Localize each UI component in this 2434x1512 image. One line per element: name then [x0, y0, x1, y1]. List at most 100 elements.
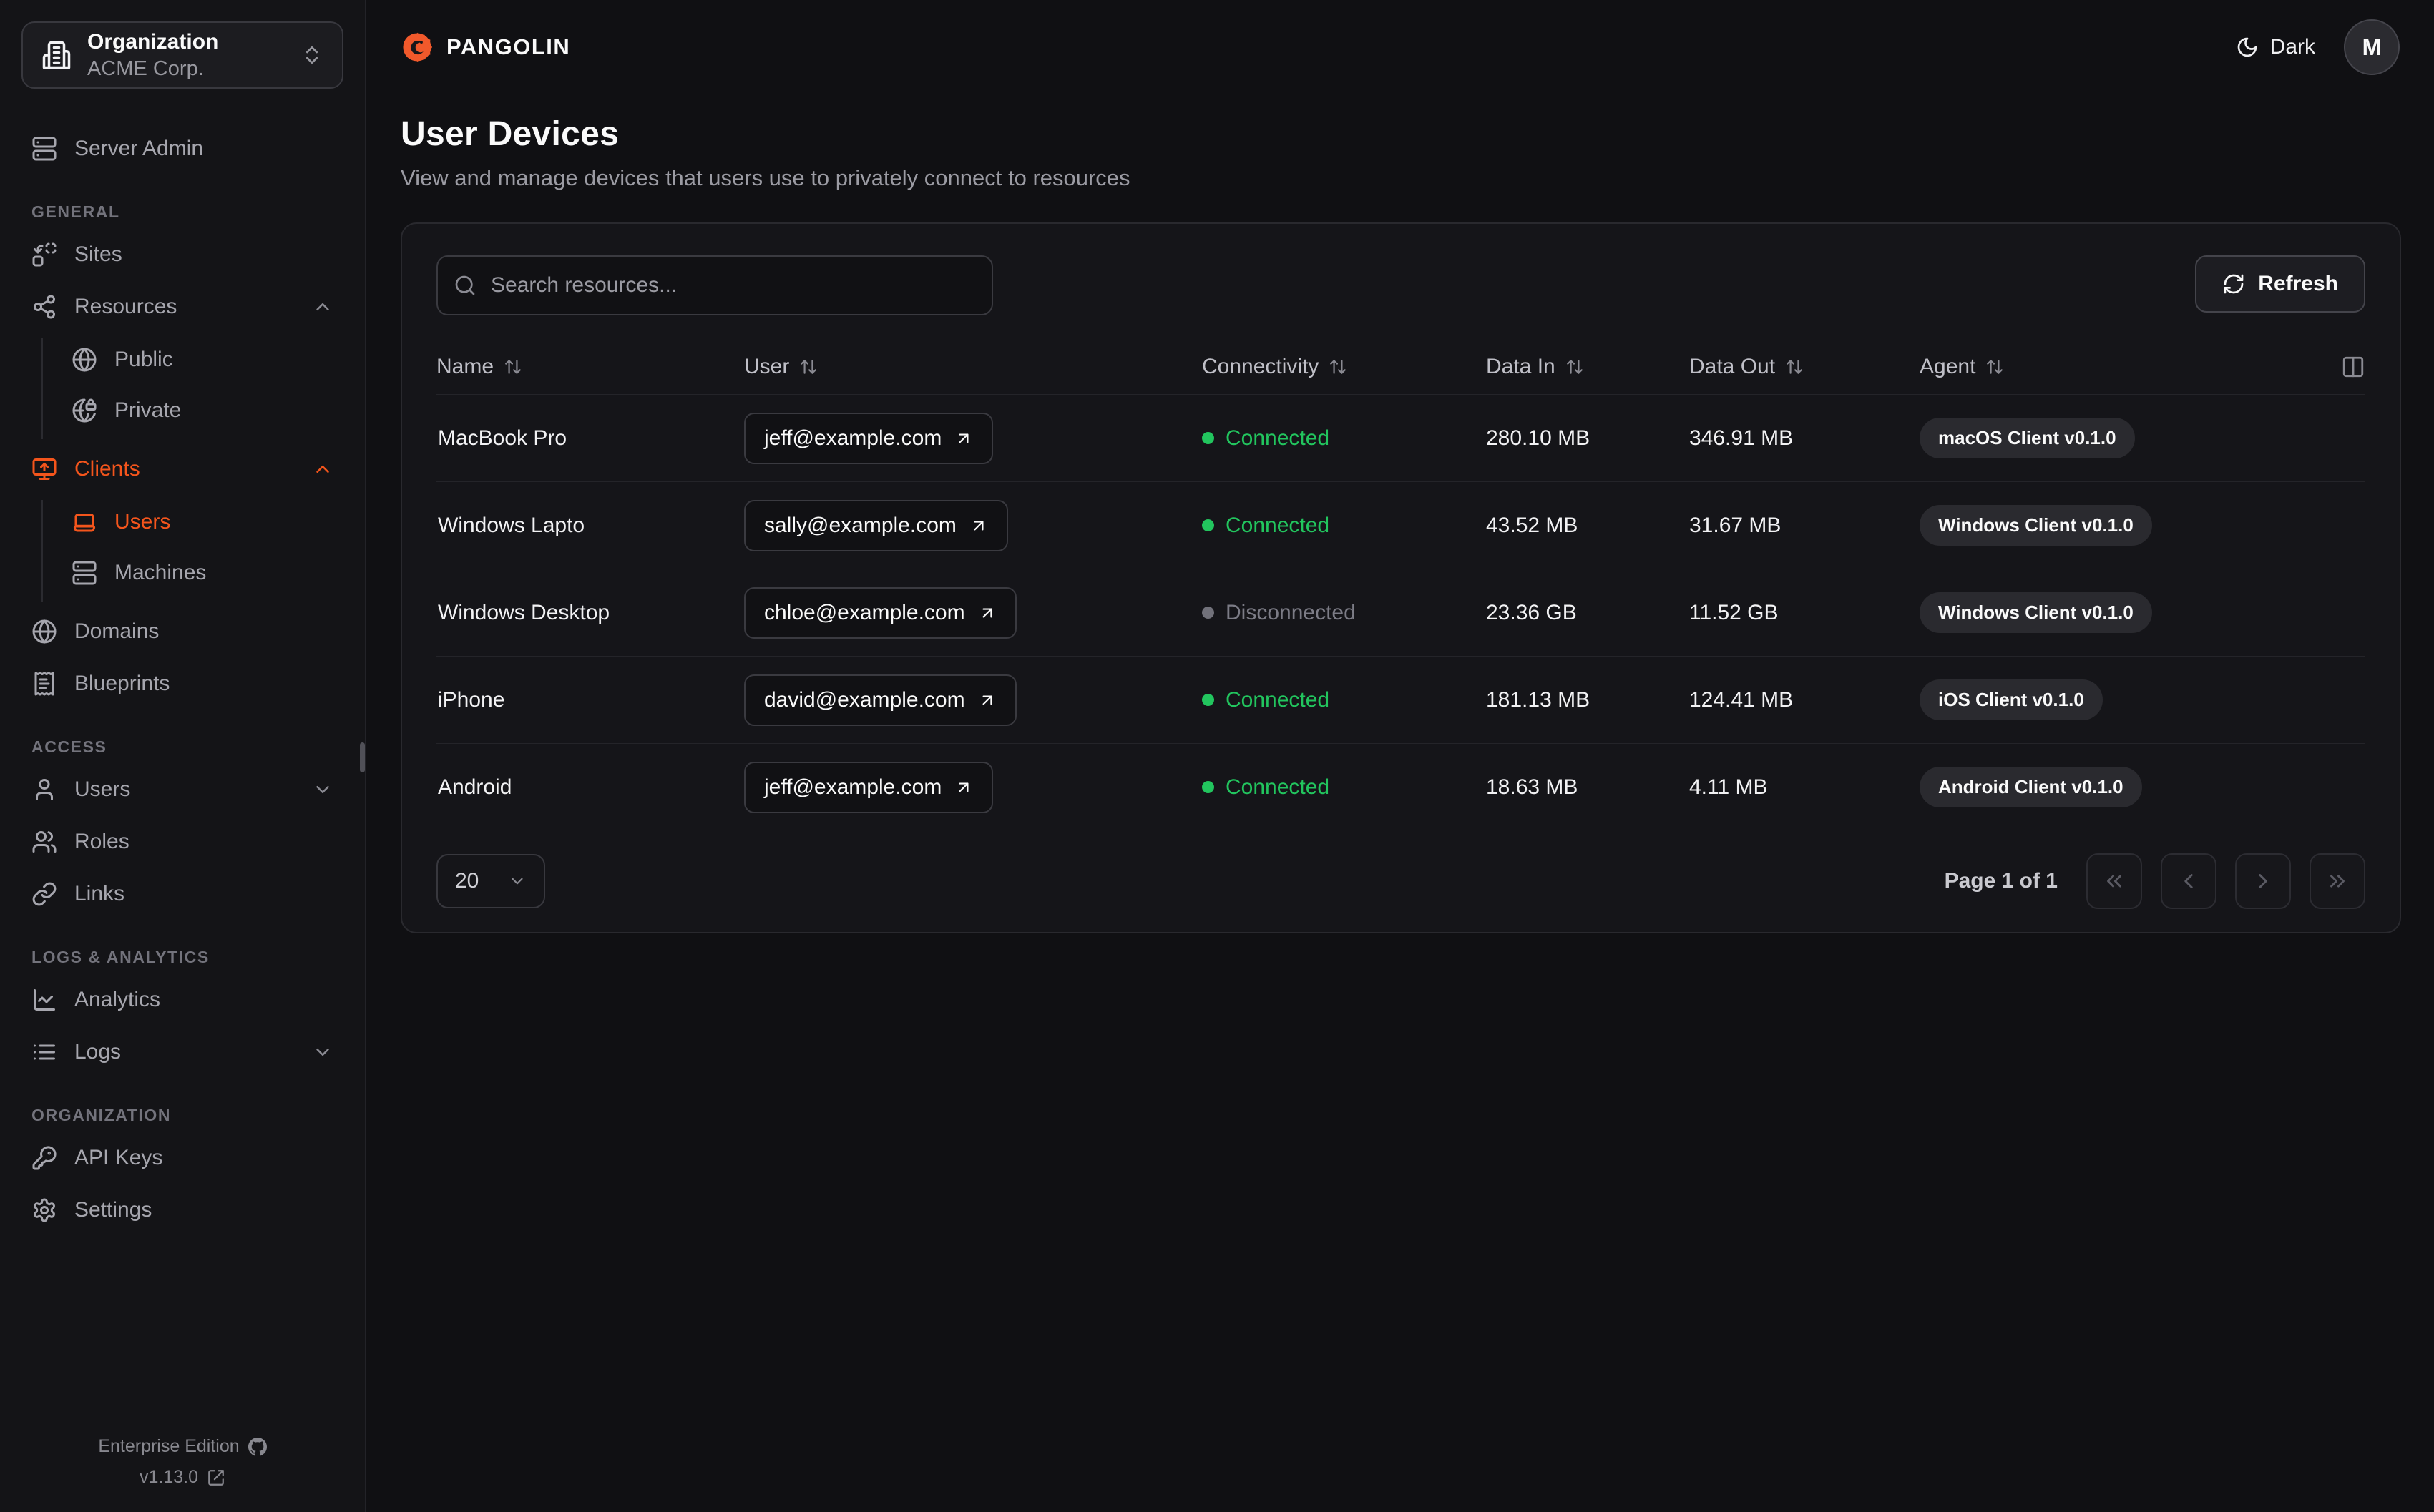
monitor-up-icon — [31, 456, 57, 482]
user-link-button[interactable]: jeff@example.com — [744, 761, 994, 813]
header-connectivity[interactable]: Connectivity — [1202, 355, 1486, 379]
search-input[interactable] — [436, 255, 993, 315]
sidebar-item-resources[interactable]: Resources — [21, 284, 343, 330]
globe-icon — [31, 619, 57, 644]
theme-label: Dark — [2269, 35, 2315, 59]
sidebar-item-analytics[interactable]: Analytics — [21, 977, 343, 1023]
sidebar-item-access-users[interactable]: Users — [21, 767, 343, 813]
sidebar-item-private[interactable]: Private — [62, 388, 343, 433]
section-title-organization: ORGANIZATION — [31, 1106, 172, 1124]
laptop-icon — [72, 509, 97, 535]
last-page-button[interactable] — [2310, 853, 2365, 909]
user-link-button[interactable]: chloe@example.com — [744, 586, 1017, 639]
sidebar-item-label: Blueprints — [74, 672, 170, 695]
table-row: MacBook Pro jeff@example.com Connected 2… — [436, 394, 2365, 481]
brand[interactable]: PANGOLIN — [401, 31, 570, 64]
sidebar-item-settings[interactable]: Settings — [21, 1187, 343, 1233]
sidebar-item-domains[interactable]: Domains — [21, 609, 343, 654]
github-icon[interactable] — [248, 1437, 267, 1456]
chart-line-icon — [31, 987, 57, 1013]
sidebar-footer: Enterprise Edition v1.13.0 — [21, 1426, 343, 1488]
header-agent[interactable]: Agent — [1920, 355, 2320, 379]
device-name: iPhone — [438, 687, 505, 712]
user-link-button[interactable]: david@example.com — [744, 674, 1017, 726]
theme-toggle[interactable]: Dark — [2236, 35, 2315, 59]
status-dot — [1202, 432, 1214, 444]
data-out-value: 11.52 GB — [1689, 600, 1779, 624]
chevron-up-icon — [312, 458, 333, 480]
moon-icon — [2236, 36, 2259, 59]
refresh-icon — [2222, 273, 2245, 295]
header-user[interactable]: User — [744, 355, 1202, 379]
main-content: PANGOLIN Dark M User Devices View and ma… — [366, 0, 2434, 1512]
sites-icon — [31, 242, 57, 267]
org-switcher[interactable]: Organization ACME Corp. — [21, 21, 343, 89]
header-data-out[interactable]: Data Out — [1689, 355, 1920, 379]
building-icon — [41, 40, 72, 70]
org-switcher-value: ACME Corp. — [87, 57, 204, 80]
sidebar-item-sites[interactable]: Sites — [21, 232, 343, 278]
app-root: Organization ACME Corp. Server Admin GEN… — [0, 0, 2434, 1512]
refresh-button[interactable]: Refresh — [2195, 255, 2365, 313]
data-out-value: 31.67 MB — [1689, 513, 1781, 537]
sidebar-item-label: Clients — [74, 457, 140, 481]
chevron-down-icon — [312, 779, 333, 800]
first-page-button[interactable] — [2086, 853, 2142, 909]
clients-sub-list: Users Machines — [41, 500, 343, 602]
table-row: Windows Desktop chloe@example.com Discon… — [436, 569, 2365, 656]
status-dot — [1202, 607, 1214, 619]
page-info: Page 1 of 1 — [1944, 869, 2058, 893]
sidebar-item-roles[interactable]: Roles — [21, 819, 343, 865]
header-data-in[interactable]: Data In — [1486, 355, 1689, 379]
agent-badge: Windows Client v0.1.0 — [1920, 505, 2152, 546]
sidebar-item-blueprints[interactable]: Blueprints — [21, 661, 343, 707]
next-page-button[interactable] — [2235, 853, 2291, 909]
data-out-value: 346.91 MB — [1689, 426, 1794, 450]
external-link-icon[interactable] — [207, 1468, 225, 1487]
sidebar-item-server-admin[interactable]: Server Admin — [21, 126, 343, 172]
prev-page-button[interactable] — [2161, 853, 2216, 909]
sidebar-item-label: API Keys — [74, 1146, 163, 1169]
user-link-button[interactable]: sally@example.com — [744, 499, 1008, 551]
server-icon — [31, 136, 57, 162]
sidebar-item-label: Resources — [74, 295, 177, 318]
page-header: User Devices View and manage devices tha… — [366, 94, 2434, 191]
avatar[interactable]: M — [2344, 19, 2400, 75]
sidebar-item-label: Server Admin — [74, 137, 204, 160]
sidebar-item-label: Sites — [74, 242, 122, 266]
gear-icon — [31, 1197, 57, 1223]
sidebar-item-public[interactable]: Public — [62, 338, 343, 382]
status-dot — [1202, 781, 1214, 793]
sidebar-item-label: Users — [114, 510, 171, 534]
sidebar-item-label: Machines — [114, 561, 207, 584]
devices-table: Name User Connectivity Data In Data Out … — [436, 340, 2365, 830]
data-out-value: 4.11 MB — [1689, 775, 1768, 799]
arrow-up-right-icon — [954, 429, 973, 448]
header-name[interactable]: Name — [436, 355, 744, 379]
page-size-select[interactable]: 20 — [436, 854, 545, 908]
sidebar-item-links[interactable]: Links — [21, 871, 343, 917]
globe-lock-icon — [72, 398, 97, 423]
sidebar-item-label: Domains — [74, 619, 160, 643]
resources-share-icon — [31, 294, 57, 320]
sidebar-item-clients[interactable]: Clients — [21, 446, 343, 492]
org-switcher-label: Organization — [87, 29, 219, 54]
sidebar-scrollbar-thumb[interactable] — [360, 742, 365, 772]
version-label[interactable]: v1.13.0 — [140, 1467, 198, 1488]
agent-badge: macOS Client v0.1.0 — [1920, 418, 2135, 458]
search-wrap — [436, 255, 993, 315]
user-link-button[interactable]: jeff@example.com — [744, 412, 994, 464]
sort-icon — [1785, 358, 1804, 376]
edition-label: Enterprise Edition — [98, 1436, 240, 1456]
sidebar-item-machines[interactable]: Machines — [62, 551, 343, 595]
sidebar-nav: Server Admin GENERAL Sites Resources Pub… — [21, 126, 343, 1239]
user-icon — [31, 777, 57, 802]
sidebar-item-api-keys[interactable]: API Keys — [21, 1135, 343, 1181]
sidebar: Organization ACME Corp. Server Admin GEN… — [0, 0, 366, 1512]
columns-icon[interactable] — [2341, 355, 2365, 379]
chevron-down-icon — [312, 1041, 333, 1063]
receipt-icon — [31, 671, 57, 697]
sidebar-item-logs[interactable]: Logs — [21, 1029, 343, 1075]
sidebar-item-client-users[interactable]: Users — [62, 500, 343, 544]
pangolin-logo-icon — [401, 31, 434, 64]
